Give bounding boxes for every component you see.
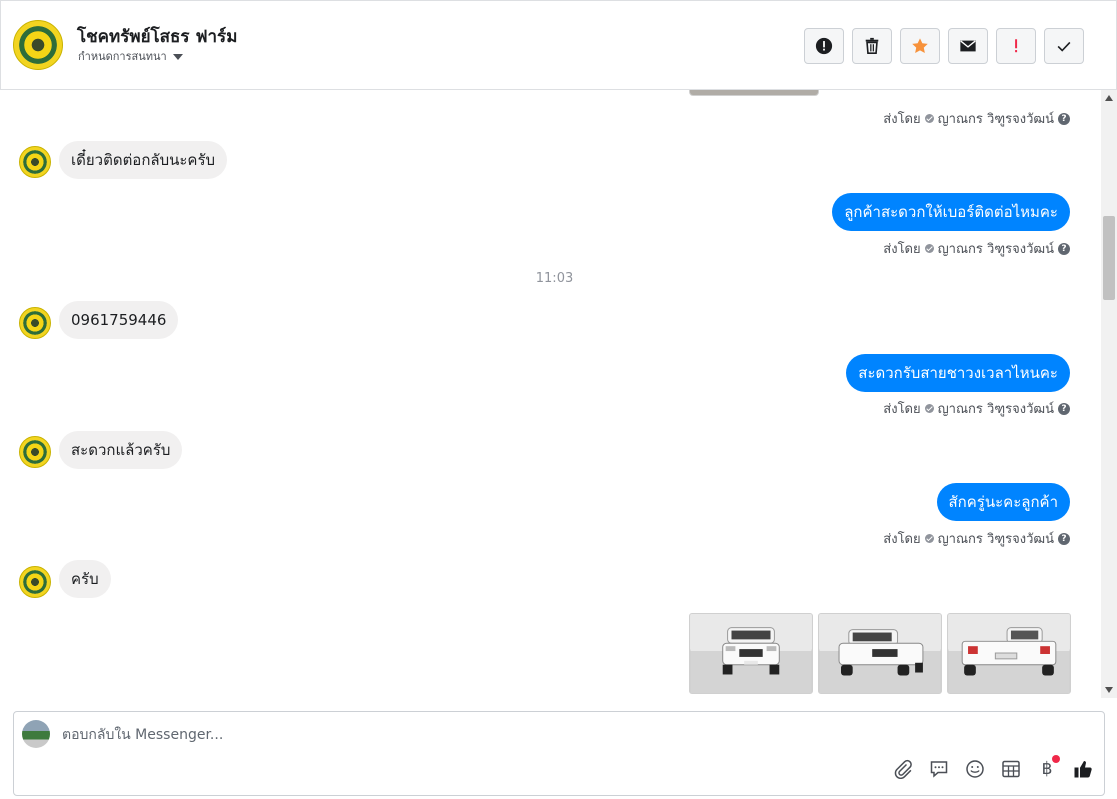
- agent-name: ญาณกร วิฑูรจงวัฒน์: [937, 402, 1054, 417]
- emoji-icon: [966, 760, 984, 778]
- agent-avatar: [22, 720, 50, 748]
- composer-toolbar: ฿: [892, 755, 1094, 780]
- outgoing-message[interactable]: สักครู่นะคะลูกค้า: [936, 483, 1070, 521]
- customer-avatar: [19, 307, 51, 339]
- mail-button[interactable]: [948, 28, 988, 64]
- customer-avatar: [19, 436, 51, 468]
- table-icon: [1002, 760, 1020, 778]
- previous-photo-attachment[interactable]: [689, 90, 819, 96]
- message-thread: ส่งโดย ญาณกร วิฑูรจงวัฒน์ ? เดี๋ยวติดต่อ…: [0, 90, 1101, 698]
- emoji-button[interactable]: [964, 758, 986, 780]
- saved-reply-icon: [930, 761, 948, 778]
- sent-by-line: ส่งโดย ญาณกร วิฑูรจงวัฒน์ ?: [883, 398, 1070, 419]
- help-icon[interactable]: ?: [1058, 112, 1070, 125]
- schedule-label: กำหนดการสนทนา: [78, 50, 167, 63]
- incoming-message[interactable]: เดี๋ยวติดต่อกลับนะครับ: [59, 141, 228, 179]
- thread-scrollbar[interactable]: [1101, 90, 1117, 698]
- truck-angle-image: [819, 614, 941, 693]
- agent-name: ญาณกร วิฑูรจงวัฒน์: [937, 112, 1054, 127]
- conversation-schedule-dropdown[interactable]: กำหนดการสนทนา: [78, 47, 183, 65]
- photo-attachments: [689, 613, 1071, 694]
- page-avatar: [13, 20, 63, 70]
- important-icon: [1015, 39, 1018, 53]
- verified-icon: [924, 404, 934, 413]
- incoming-message[interactable]: ครับ: [59, 560, 111, 598]
- reply-input[interactable]: [62, 725, 862, 745]
- delete-button[interactable]: [852, 28, 892, 64]
- important-button[interactable]: [996, 28, 1036, 64]
- verified-icon: [924, 534, 934, 543]
- star-button[interactable]: [900, 28, 940, 64]
- help-icon[interactable]: ?: [1058, 242, 1070, 255]
- scroll-down-icon[interactable]: [1105, 687, 1113, 693]
- help-icon[interactable]: ?: [1058, 402, 1070, 415]
- photo-attachment[interactable]: [947, 613, 1071, 694]
- check-icon: [1057, 41, 1071, 52]
- report-icon: [815, 37, 833, 55]
- outgoing-message[interactable]: ลูกค้าสะดวกให้เบอร์ติดต่อไหมคะ: [832, 193, 1070, 231]
- star-icon: [912, 38, 928, 54]
- agent-name: ญาณกร วิฑูรจงวัฒน์: [937, 242, 1054, 257]
- photo-attachment[interactable]: [818, 613, 942, 694]
- payment-button[interactable]: ฿: [1036, 755, 1060, 780]
- sent-by-line: ส่งโดย ญาณกร วิฑูรจงวัฒน์ ?: [883, 528, 1070, 549]
- report-button[interactable]: [804, 28, 844, 64]
- like-button[interactable]: [1072, 758, 1094, 780]
- baht-icon: ฿: [1041, 759, 1053, 779]
- truck-front-image: [690, 614, 812, 693]
- saved-reply-button[interactable]: [928, 758, 950, 780]
- header-toolbar: [804, 28, 1084, 64]
- trash-icon: [865, 37, 879, 55]
- incoming-message[interactable]: 0961759446: [59, 301, 179, 339]
- message-timestamp: 11:03: [535, 271, 574, 286]
- chevron-down-icon: [172, 53, 183, 60]
- notification-dot: [1052, 755, 1060, 763]
- scroll-up-icon[interactable]: [1105, 95, 1113, 101]
- outgoing-message[interactable]: สะดวกรับสายชาวงเวลาไหนคะ: [846, 354, 1070, 392]
- sent-by-line: ส่งโดย ญาณกร วิฑูรจงวัฒน์ ?: [883, 238, 1070, 259]
- conversation-header: โชคทรัพย์โสธร ฟาร์ม กำหนดการสนทนา: [0, 0, 1117, 90]
- scrollbar-thumb[interactable]: [1103, 216, 1115, 300]
- photo-attachment[interactable]: [689, 613, 813, 694]
- customer-avatar: [19, 566, 51, 598]
- attach-button[interactable]: [892, 758, 914, 780]
- mark-done-button[interactable]: [1044, 28, 1084, 64]
- incoming-message[interactable]: สะดวกแล้วครับ: [59, 431, 183, 469]
- help-icon[interactable]: ?: [1058, 532, 1070, 545]
- mail-icon: [960, 40, 976, 52]
- truck-rear-image: [948, 614, 1070, 693]
- verified-icon: [924, 114, 934, 123]
- attach-icon: [894, 759, 912, 779]
- sent-by-line: ส่งโดย ญาณกร วิฑูรจงวัฒน์ ?: [883, 108, 1070, 129]
- reply-composer: ฿: [13, 711, 1105, 796]
- customer-avatar: [19, 146, 51, 178]
- conversation-title: โชคทรัพย์โสธร ฟาร์ม: [77, 27, 238, 47]
- table-button[interactable]: [1000, 758, 1022, 780]
- agent-name: ญาณกร วิฑูรจงวัฒน์: [937, 532, 1054, 547]
- like-icon: [1074, 761, 1092, 778]
- verified-icon: [924, 244, 934, 253]
